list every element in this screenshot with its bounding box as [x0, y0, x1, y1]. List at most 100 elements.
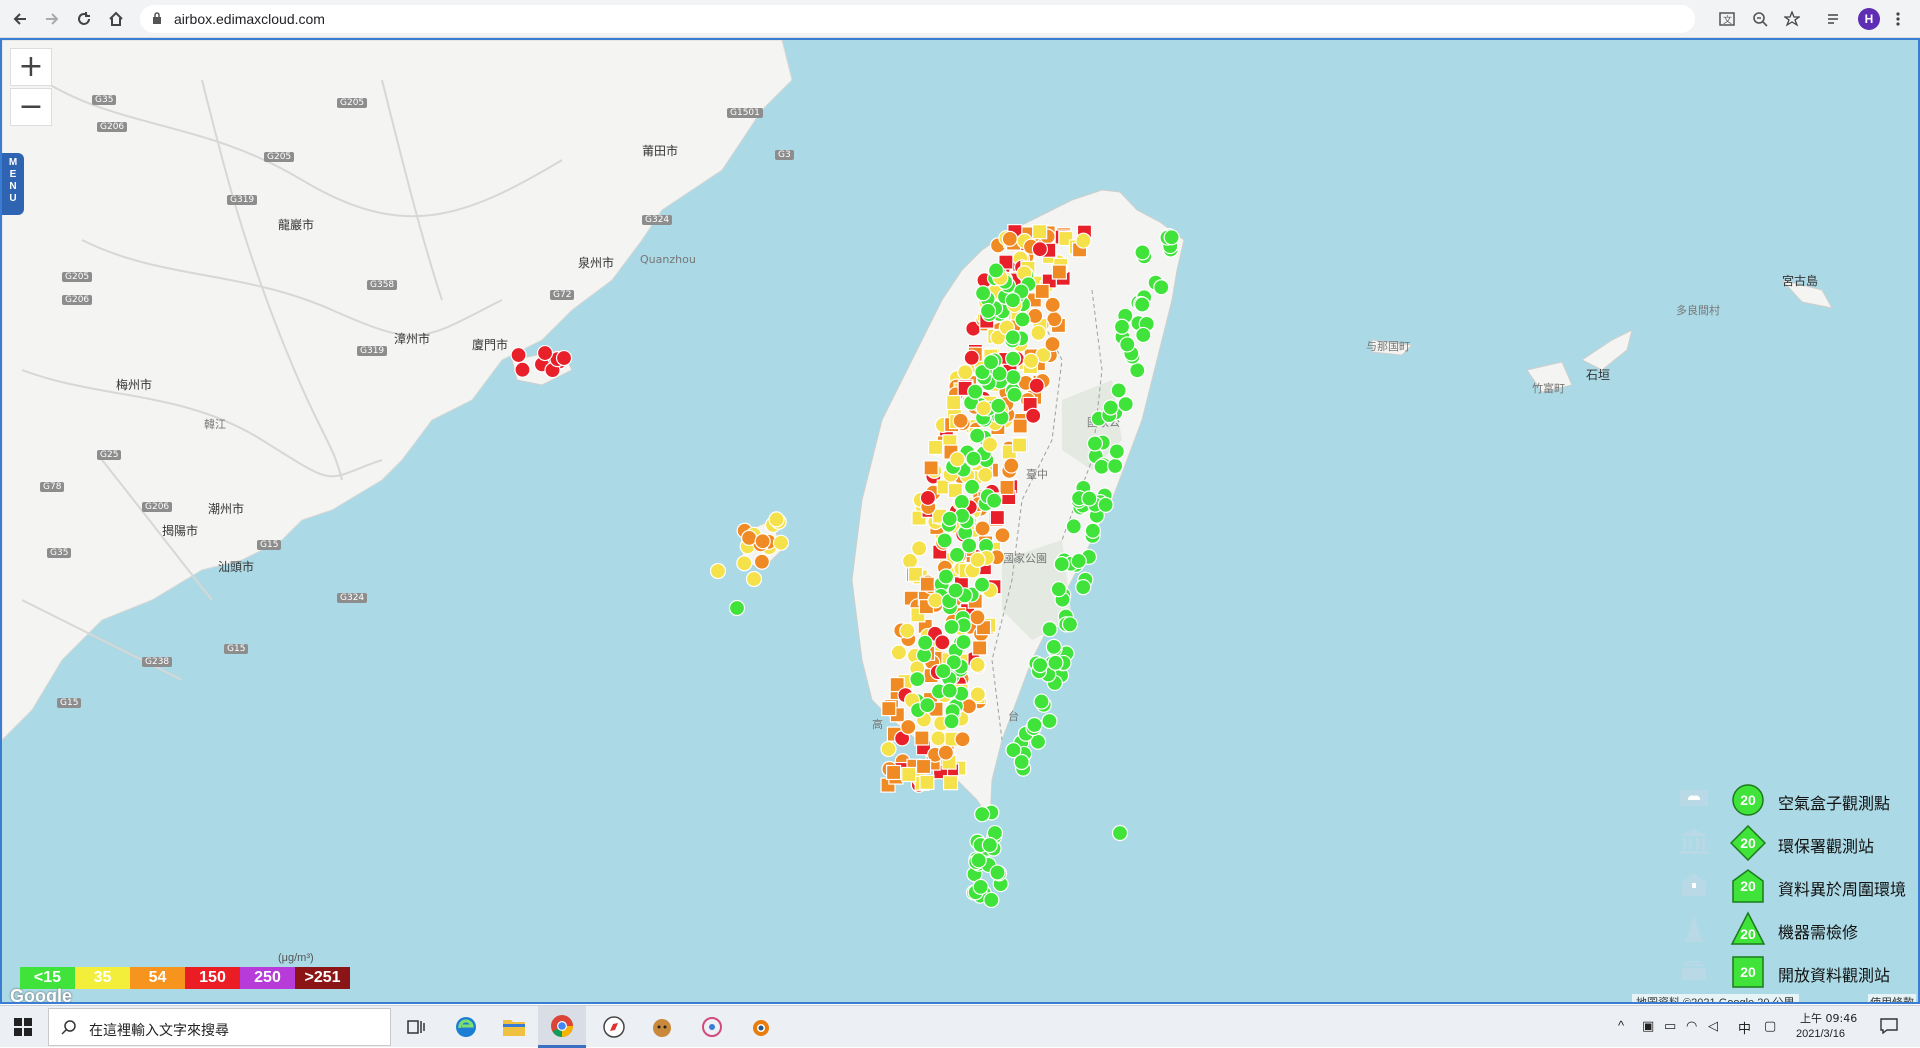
- tray-chevron-icon[interactable]: ^: [1618, 1018, 1624, 1033]
- station-marker[interactable]: [974, 520, 991, 537]
- station-marker[interactable]: [1006, 386, 1023, 403]
- station-marker[interactable]: [969, 609, 986, 626]
- station-marker[interactable]: [1061, 616, 1079, 633]
- station-marker[interactable]: [1012, 418, 1028, 434]
- station-marker[interactable]: [973, 576, 991, 593]
- station-marker[interactable]: [930, 730, 947, 747]
- station-marker[interactable]: [949, 451, 966, 468]
- station-marker[interactable]: [961, 537, 978, 554]
- station-marker[interactable]: [899, 622, 916, 639]
- station-marker[interactable]: [1032, 656, 1049, 674]
- station-marker[interactable]: [880, 740, 897, 758]
- station-marker[interactable]: [999, 479, 1015, 496]
- station-marker[interactable]: [957, 364, 974, 381]
- station-marker[interactable]: [982, 354, 1000, 371]
- station-marker[interactable]: [736, 555, 753, 572]
- station-marker[interactable]: [1032, 224, 1048, 240]
- station-marker[interactable]: [972, 640, 988, 656]
- station-marker[interactable]: [514, 361, 531, 378]
- station-marker[interactable]: [1014, 311, 1031, 328]
- more-menu-icon[interactable]: [1886, 7, 1910, 31]
- station-marker[interactable]: [1044, 335, 1061, 353]
- station-marker[interactable]: [555, 349, 573, 367]
- station-marker[interactable]: [941, 682, 958, 699]
- station-marker[interactable]: [947, 582, 964, 599]
- station-marker[interactable]: [1051, 264, 1067, 280]
- station-marker[interactable]: [1050, 581, 1067, 598]
- station-marker[interactable]: [1022, 352, 1040, 369]
- station-marker[interactable]: [741, 529, 758, 546]
- station-marker[interactable]: [1003, 457, 1020, 474]
- station-marker[interactable]: [936, 532, 953, 549]
- station-marker[interactable]: [919, 697, 936, 714]
- station-marker[interactable]: [1001, 230, 1018, 248]
- terms-link[interactable]: 使用條款: [1868, 994, 1916, 1002]
- reading-list-icon[interactable]: [1822, 7, 1846, 31]
- edge-browser-icon[interactable]: [442, 1006, 490, 1048]
- station-marker[interactable]: [981, 836, 998, 854]
- station-marker[interactable]: [1005, 369, 1022, 386]
- reload-icon[interactable]: [72, 7, 96, 31]
- station-marker[interactable]: [1047, 654, 1064, 671]
- station-marker[interactable]: [1134, 296, 1151, 313]
- station-marker[interactable]: [987, 262, 1005, 279]
- station-marker[interactable]: [1065, 518, 1082, 535]
- station-marker[interactable]: [768, 511, 785, 528]
- station-marker[interactable]: [934, 634, 951, 651]
- station-marker[interactable]: [1111, 824, 1129, 842]
- notification-icon[interactable]: [1880, 1018, 1898, 1037]
- station-marker[interactable]: [1135, 326, 1152, 344]
- station-marker[interactable]: [974, 285, 992, 302]
- station-marker[interactable]: [1086, 435, 1104, 452]
- air-quality-map[interactable]: 莆田市 龍巖市 泉州市 Quanzhou 漳州市 廈門市 梅州市 韓江 潮州市 …: [0, 38, 1920, 1004]
- chrome-icon[interactable]: [538, 1006, 586, 1048]
- station-marker[interactable]: [1013, 753, 1030, 771]
- station-marker[interactable]: [900, 718, 917, 736]
- station-marker[interactable]: [952, 412, 969, 429]
- station-marker[interactable]: [1004, 292, 1021, 309]
- station-marker[interactable]: [1005, 350, 1022, 367]
- station-marker[interactable]: [1110, 382, 1127, 399]
- station-marker[interactable]: [963, 349, 980, 366]
- station-marker[interactable]: [1012, 437, 1028, 453]
- address-bar[interactable]: airbox.edimaxcloud.com: [140, 5, 1695, 33]
- taskbar-search[interactable]: 在這裡輸入文字來搜尋: [48, 1008, 391, 1046]
- station-marker[interactable]: [989, 509, 1005, 526]
- clock-time[interactable]: 上午 09:46: [1800, 1010, 1857, 1026]
- station-marker[interactable]: [1044, 296, 1061, 313]
- station-marker[interactable]: [909, 671, 926, 688]
- station-marker[interactable]: [709, 562, 727, 580]
- station-marker[interactable]: [919, 489, 936, 507]
- station-marker[interactable]: [923, 460, 939, 476]
- station-marker[interactable]: [917, 634, 934, 651]
- blender-icon[interactable]: [736, 1006, 784, 1048]
- station-marker[interactable]: [974, 806, 991, 823]
- windows-start-icon[interactable]: [0, 1006, 46, 1048]
- station-marker[interactable]: [772, 534, 790, 551]
- station-marker[interactable]: [989, 864, 1006, 881]
- station-marker[interactable]: [983, 891, 1000, 909]
- station-marker[interactable]: [1108, 443, 1125, 460]
- station-marker[interactable]: [919, 774, 935, 790]
- station-marker[interactable]: [937, 568, 955, 585]
- network-app-icon[interactable]: [688, 1006, 736, 1048]
- file-explorer-icon[interactable]: [490, 1006, 538, 1048]
- station-marker[interactable]: [1107, 457, 1124, 475]
- station-marker[interactable]: [1081, 490, 1098, 507]
- meet-now-icon[interactable]: ▣: [1642, 1018, 1654, 1034]
- zoom-in-button[interactable]: +: [10, 48, 52, 86]
- station-marker[interactable]: [728, 599, 746, 617]
- station-marker[interactable]: [1025, 407, 1042, 424]
- station-marker[interactable]: [1097, 496, 1114, 513]
- wifi-icon[interactable]: ◠: [1686, 1018, 1697, 1034]
- station-marker[interactable]: [943, 618, 960, 636]
- station-marker[interactable]: [937, 744, 954, 761]
- station-marker[interactable]: [972, 878, 989, 895]
- station-marker[interactable]: [954, 731, 971, 748]
- station-marker[interactable]: [1119, 336, 1136, 353]
- station-marker[interactable]: [754, 533, 771, 550]
- station-marker[interactable]: [1045, 638, 1062, 655]
- station-marker[interactable]: [1030, 324, 1047, 341]
- station-marker[interactable]: [745, 570, 763, 588]
- search-placeholder[interactable]: 在這裡輸入文字來搜尋: [89, 1020, 229, 1040]
